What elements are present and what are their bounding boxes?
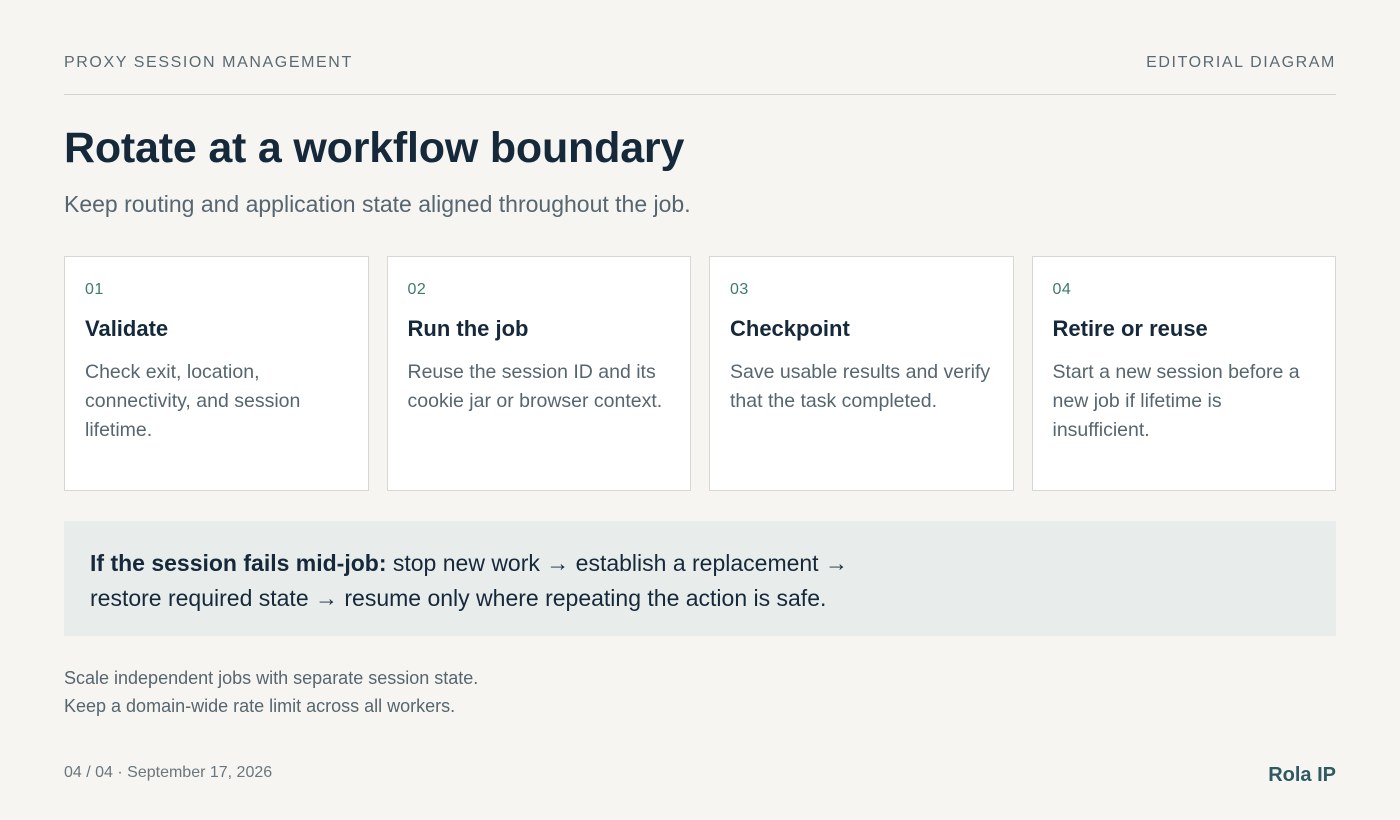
step-description: Check exit, location, connectivity, and … <box>85 361 301 441</box>
step-card-validate: 01 Validate Check exit, location, connec… <box>64 256 369 491</box>
failure-callout: If the session fails mid-job: stop new w… <box>64 521 1336 636</box>
step-card-checkpoint: 03 Checkpoint Save usable results and ve… <box>709 256 1014 491</box>
step-description: Reuse the session ID and its cookie jar … <box>407 361 663 412</box>
step-number: 03 <box>730 281 749 298</box>
failure-callout-lead: If the session fails mid-job: <box>90 550 387 576</box>
step-title: Checkpoint <box>730 316 850 341</box>
brand-logo: Rola IP <box>1268 764 1336 786</box>
step-title: Validate <box>85 316 169 341</box>
step-card-run-the-job: 02 Run the job Reuse the session ID and … <box>386 256 691 491</box>
header-divider <box>64 94 1336 95</box>
note-line: Keep a domain-wide rate limit across all… <box>64 696 456 716</box>
step-number: 04 <box>1052 281 1072 298</box>
step-description: Save usable results and verify that the … <box>730 361 991 412</box>
top-bar: PROXY SESSION MANAGEMENT EDITORIAL DIAGR… <box>64 54 1336 72</box>
diagram-kind-label: EDITORIAL DIAGRAM <box>1146 54 1336 71</box>
failure-callout-text: If the session fails mid-job: stop new w… <box>90 546 890 616</box>
page-title: Rotate at a workflow boundary <box>64 124 685 172</box>
step-number: 01 <box>85 281 104 298</box>
step-card-retire-or-reuse: 04 Retire or reuse Start a new session b… <box>1031 256 1336 491</box>
step-title: Run the job <box>407 316 529 341</box>
section-label: PROXY SESSION MANAGEMENT <box>64 54 353 71</box>
step-number: 02 <box>407 281 427 298</box>
page: PROXY SESSION MANAGEMENT EDITORIAL DIAGR… <box>0 0 1400 820</box>
page-subtitle: Keep routing and application state align… <box>64 191 691 217</box>
scaling-notes: Scale independent jobs with separate ses… <box>64 664 478 720</box>
workflow-steps: 01 Validate Check exit, location, connec… <box>64 256 1336 491</box>
step-description: Start a new session before a new job if … <box>1052 361 1300 441</box>
note-line: Scale independent jobs with separate ses… <box>64 668 479 688</box>
footer-page-info: 04 / 04 · September 17, 2026 <box>64 764 273 781</box>
step-title: Retire or reuse <box>1052 316 1208 341</box>
